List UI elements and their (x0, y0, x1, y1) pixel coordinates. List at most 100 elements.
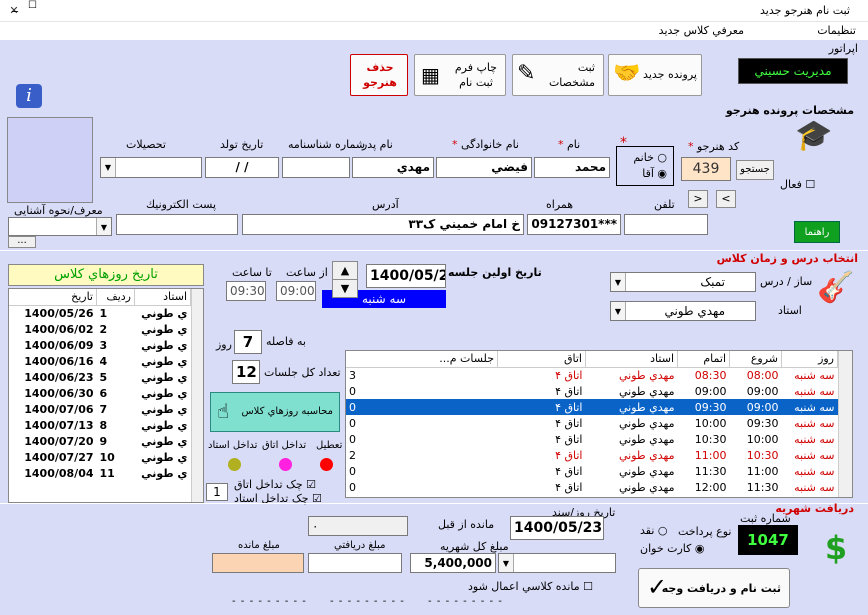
mobile-field[interactable]: 09127301*** (527, 214, 621, 235)
class-day-row[interactable]: ي طوني 9 1400/07/20 (9, 433, 191, 449)
class-day-row[interactable]: ي طوني 3 1400/06/09 (9, 337, 191, 353)
birth-label: تاريخ تولد (220, 138, 264, 151)
date-down-button[interactable]: ▼ (332, 279, 358, 298)
col-end[interactable]: اتمام (677, 351, 730, 368)
schedule-row[interactable]: سه شنبه 09:30 10:00 مهدي طوني اتاق ۴ 0 (346, 415, 838, 431)
new-file-button[interactable]: 🤝 پرونده جديد (608, 54, 702, 96)
schedule-row[interactable]: سه شنبه 09:00 09:00 مهدي طوني اتاق ۴ 0 (346, 383, 838, 399)
instrument-combo[interactable]: ▼ تمبک (610, 272, 756, 292)
chevron-down-icon[interactable]: ▼ (499, 554, 514, 572)
calc-days-button[interactable]: ☝ محاسبه روزهاي كلاس (210, 392, 340, 432)
cash-radio-row[interactable]: نقد ○ (640, 524, 668, 537)
save-specs-button[interactable]: ✎ ثبت مشخصات (512, 54, 604, 96)
active-checkbox-row[interactable]: فعال ☐ (780, 178, 815, 191)
radio-empty-icon[interactable]: ○ (657, 151, 667, 164)
phone-field[interactable] (624, 214, 708, 235)
chevron-down-icon[interactable]: ▼ (96, 218, 111, 235)
checkbox-icon[interactable]: ☐ (805, 178, 815, 191)
handshake-icon: 🤝 (613, 61, 641, 86)
card-radio-row[interactable]: كارت خوان ◉ (640, 542, 704, 555)
father-field[interactable]: مهدي (352, 157, 434, 178)
interval-field[interactable]: 7 (234, 330, 262, 354)
menu-settings[interactable]: معرفي كلاس جديد (659, 24, 744, 37)
ref-more-button[interactable]: ... (8, 236, 36, 248)
edu-combo[interactable]: ▼ (100, 157, 202, 178)
total-sessions-field[interactable]: 12 (232, 360, 260, 384)
id-field[interactable] (282, 157, 350, 178)
class-day-row[interactable]: ي طوني 11 1400/08/04 (9, 465, 191, 481)
schedule-row[interactable]: سه شنبه 08:00 08:30 مهدي طوني اتاق ۴ 3 (346, 367, 838, 383)
col-row[interactable]: رديف (96, 289, 135, 306)
minimize-icon[interactable]: _ (12, 0, 24, 12)
code-required: * (688, 140, 694, 153)
check-room-row[interactable]: چک تداخل اتاق ☑ (234, 478, 316, 491)
register-pay-label: ثبت نام و دريافت وجه (661, 582, 781, 595)
dashes-1: - - - - - - - - - (232, 596, 307, 607)
col-teacher[interactable]: استاد (585, 351, 678, 368)
class-day-row[interactable]: ي طوني 4 1400/06/16 (9, 353, 191, 369)
print-form-button[interactable]: ▦ چاپ فرم ثبت نام (414, 54, 506, 96)
schedule-row[interactable]: سه شنبه 10:00 10:30 مهدي طوني اتاق ۴ 0 (346, 431, 838, 447)
schedule-scrollbar[interactable] (838, 351, 852, 497)
schedule-grid[interactable]: روز شروع اتمام استاد اتاق جلسات م... سه … (345, 350, 853, 498)
total-fee-field[interactable]: 5,400,000 (410, 553, 496, 573)
class-day-row[interactable]: ي طوني 5 1400/06/23 (9, 369, 191, 385)
class-days-list[interactable]: استاد رديف تاريخ ي طوني 1 1400/05/26 ي طوني… (8, 288, 204, 503)
teacher-combo[interactable]: ▼ مهدي طوني (610, 301, 756, 321)
delete-student-button[interactable]: حذف هنرجو (350, 54, 408, 96)
photo-frame[interactable] (7, 117, 93, 203)
class-days-scrollbar[interactable] (191, 289, 203, 502)
small-box-field[interactable]: 1 (206, 483, 228, 501)
birth-field[interactable]: / / (205, 157, 279, 178)
search-button[interactable]: جستجو (736, 160, 774, 180)
schedule-row[interactable]: سه شنبه 11:30 12:00 مهدي طوني اتاق ۴ 0 (346, 479, 838, 495)
info-icon[interactable]: i (16, 84, 42, 108)
ref-combo[interactable]: ▼ (8, 217, 112, 236)
class-day-row[interactable]: ي طوني 7 1400/07/06 (9, 401, 191, 417)
class-day-row[interactable]: ي طوني 6 1400/06/30 (9, 385, 191, 401)
doc-date-field[interactable]: 1400/05/23 (510, 516, 604, 540)
chevron-down-icon[interactable]: ▼ (611, 273, 626, 291)
schedule-row[interactable]: سه شنبه 09:00 09:30 مهدي طوني اتاق ۴0 (346, 399, 838, 415)
class-balance-row[interactable]: مانده كلاسي اعمال شود ☐ (468, 580, 593, 593)
radio-checked-icon[interactable]: ◉ (657, 167, 667, 180)
next-record-button[interactable]: > (688, 190, 708, 208)
received-field[interactable] (308, 553, 402, 573)
col-sessions[interactable]: جلسات م... (346, 351, 498, 368)
email-field[interactable] (116, 214, 238, 235)
from-time-field[interactable]: 09:00 (276, 281, 316, 301)
chevron-down-icon[interactable]: ▼ (611, 302, 626, 320)
schedule-row[interactable]: سه شنبه 11:00 11:30 مهدي طوني اتاق ۴ 0 (346, 463, 838, 479)
first-session-date[interactable]: 1400/05/26 (366, 264, 446, 288)
last-name-field[interactable]: فيضي (436, 157, 532, 178)
to-time-field[interactable]: 09:30 (226, 281, 266, 301)
col-room[interactable]: اتاق (497, 351, 586, 368)
radio-checked-icon[interactable]: ◉ (695, 542, 705, 555)
radio-empty-icon[interactable]: ○ (658, 524, 668, 537)
class-day-row[interactable]: ي طوني 1 1400/05/26 (9, 305, 191, 321)
address-field[interactable]: خ امام خميني ک۳۳ (242, 214, 524, 235)
date-up-button[interactable]: ▲ (332, 261, 358, 280)
class-day-row[interactable]: ي طوني 10 1400/07/27 (9, 449, 191, 465)
prev-record-button[interactable]: < (716, 190, 736, 208)
class-day-row[interactable]: ي طوني 8 1400/07/13 (9, 417, 191, 433)
first-name-field[interactable]: محمد (534, 157, 610, 178)
menu-new-class[interactable]: تنظیمات (817, 24, 856, 37)
code-field[interactable]: 439 (681, 157, 731, 181)
col-date[interactable]: تاريخ (9, 289, 97, 306)
register-pay-button[interactable]: ✓ ثبت نام و دريافت وجه (638, 568, 790, 608)
schedule-row[interactable]: سه شنبه 10:30 11:00 مهدي طوني اتاق ۴ 2 (346, 447, 838, 463)
male-radio-row[interactable]: آقا ◉ (642, 167, 667, 180)
checkbox-icon[interactable]: ☐ (583, 580, 593, 593)
maximize-icon[interactable]: ☐ (28, 0, 40, 11)
schedule-cell-count: 0 (346, 399, 498, 415)
fee-combo[interactable]: ▼ (498, 553, 616, 573)
class-day-row[interactable]: ي طوني 2 1400/06/02 (9, 321, 191, 337)
checkbox-checked-icon[interactable]: ☑ (306, 478, 316, 491)
chevron-down-icon[interactable]: ▼ (101, 158, 116, 177)
female-radio-row[interactable]: خانم ○ (633, 151, 667, 164)
col-teacher[interactable]: استاد (134, 289, 191, 306)
col-day[interactable]: روز (781, 351, 838, 368)
col-start[interactable]: شروع (729, 351, 782, 368)
help-button[interactable]: راهنما (794, 221, 840, 243)
